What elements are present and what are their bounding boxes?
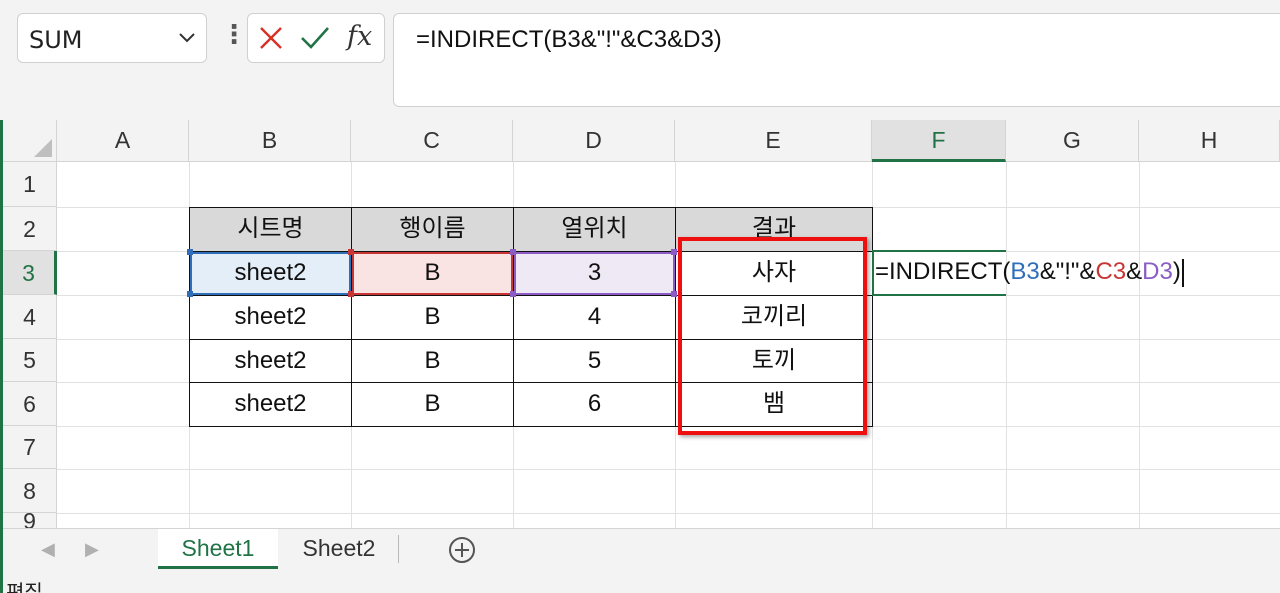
table-cell[interactable]: B: [351, 339, 514, 383]
row-header-1[interactable]: 1: [3, 162, 57, 207]
formula-part: &"!"&: [1039, 258, 1096, 285]
scroll-left-icon[interactable]: ◀: [41, 539, 55, 560]
column-header-b[interactable]: B: [189, 120, 351, 162]
chevron-down-icon[interactable]: [176, 26, 198, 48]
table-header-sheet-name[interactable]: 시트명: [189, 207, 352, 252]
formula-ref-d3: D3: [1142, 258, 1173, 285]
ref-handle[interactable]: [671, 249, 677, 255]
table-cell[interactable]: B: [351, 382, 514, 427]
gridline: [57, 469, 1280, 470]
table-cell[interactable]: 5: [513, 339, 676, 383]
table-header-col-pos[interactable]: 열위치: [513, 207, 676, 252]
tab-sheet2[interactable]: Sheet2: [283, 529, 395, 569]
formula-part: =INDIRECT(: [875, 258, 1011, 285]
gridline: [57, 513, 1280, 514]
name-box[interactable]: SUM: [17, 13, 207, 63]
ref-handle[interactable]: [187, 291, 193, 297]
cell-value: 3: [587, 259, 602, 286]
row-header-7[interactable]: 7: [3, 426, 57, 469]
row-header-6[interactable]: 6: [3, 382, 57, 426]
table-header-row-name[interactable]: 행이름: [351, 207, 514, 252]
formula-actions: fx: [247, 13, 385, 63]
row-header-5[interactable]: 5: [3, 339, 57, 382]
column-header-h[interactable]: H: [1139, 120, 1280, 162]
scroll-right-icon[interactable]: ▶: [85, 539, 99, 560]
enter-check-icon[interactable]: [300, 25, 330, 51]
formula-bar-area: SUM ⋮ fx =INDIRECT(B3&"!"&C3&D3): [0, 0, 1280, 120]
more-options-icon[interactable]: ⋮: [221, 22, 247, 48]
table-cell[interactable]: B: [351, 295, 514, 340]
formula-input[interactable]: =INDIRECT(B3&"!"&C3&D3): [393, 13, 1280, 107]
table-cell[interactable]: sheet2: [189, 339, 352, 383]
ref-handle[interactable]: [510, 291, 516, 297]
column-header-f[interactable]: F: [872, 120, 1006, 162]
select-all-corner[interactable]: [3, 120, 57, 162]
ref-handle[interactable]: [187, 249, 193, 255]
ref-handle[interactable]: [348, 291, 354, 297]
gridline: [1139, 162, 1140, 530]
select-all-triangle: [34, 139, 52, 157]
status-bar: 편집: [3, 572, 1280, 593]
table-cell[interactable]: 4: [513, 295, 676, 340]
cell-value: B: [424, 259, 441, 286]
highlight-box: [678, 237, 867, 435]
tab-sheet1[interactable]: Sheet1: [158, 529, 278, 569]
ref-handle[interactable]: [510, 249, 516, 255]
table-cell[interactable]: 6: [513, 382, 676, 427]
gridline: [1006, 162, 1007, 530]
table-cell[interactable]: sheet2: [189, 295, 352, 340]
cancel-icon[interactable]: [258, 25, 284, 51]
table-cell[interactable]: B: [351, 251, 514, 296]
column-header-g[interactable]: G: [1006, 120, 1139, 162]
table-cell[interactable]: sheet2: [189, 382, 352, 427]
row-header-8[interactable]: 8: [3, 469, 57, 513]
cell-value: sheet2: [234, 259, 307, 286]
formula-text: =INDIRECT(B3&"!"&C3&D3): [416, 26, 722, 53]
active-cell-editor[interactable]: =INDIRECT(B3&"!"&C3&D3): [875, 258, 1184, 287]
column-header-a[interactable]: A: [57, 120, 189, 162]
table-cell[interactable]: sheet2: [189, 251, 352, 296]
row-header-2[interactable]: 2: [3, 207, 57, 251]
column-header-e[interactable]: E: [675, 120, 872, 162]
formula-ref-c3: C3: [1095, 258, 1127, 285]
text-caret: [1181, 258, 1184, 287]
status-text: 편집: [6, 580, 43, 593]
worksheet-grid[interactable]: A B C D E F G H 1 2 3 4 5 6 7 8 9 시트명 행이…: [3, 120, 1280, 530]
row-header-3[interactable]: 3: [3, 251, 57, 295]
ref-handle[interactable]: [671, 291, 677, 297]
ref-handle[interactable]: [348, 249, 354, 255]
formula-ref-b3: B3: [1010, 258, 1040, 285]
add-sheet-icon[interactable]: [448, 536, 476, 564]
formula-part: ): [1172, 258, 1181, 285]
column-header-c[interactable]: C: [351, 120, 513, 162]
column-header-d[interactable]: D: [513, 120, 675, 162]
insert-function-icon[interactable]: fx: [347, 21, 372, 52]
row-header-4[interactable]: 4: [3, 295, 57, 339]
tab-separator: [398, 535, 399, 563]
name-box-value: SUM: [29, 26, 83, 54]
table-cell[interactable]: 3: [513, 251, 676, 296]
sheet-tab-bar: ◀ ▶ Sheet1 Sheet2: [3, 528, 1280, 573]
formula-part: &: [1126, 258, 1143, 285]
